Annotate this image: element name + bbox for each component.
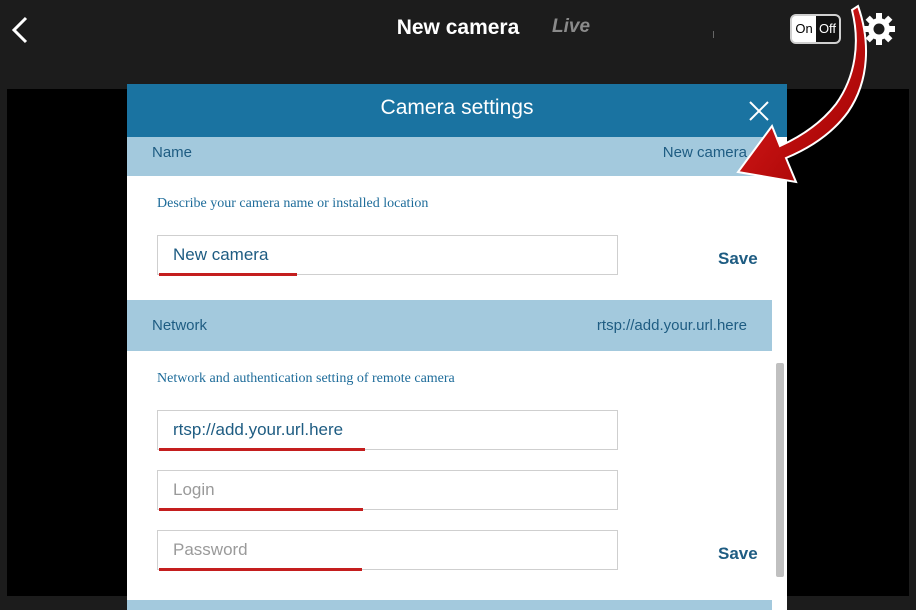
modal-header: Camera settings xyxy=(127,84,787,137)
password-input[interactable] xyxy=(158,531,617,569)
network-section-label: Network xyxy=(152,317,208,334)
next-section-header xyxy=(127,600,772,610)
login-field[interactable] xyxy=(157,470,618,511)
network-description: Network and authentication setting of re… xyxy=(157,371,455,386)
url-input[interactable] xyxy=(158,411,617,449)
save-network-button[interactable]: Save xyxy=(718,544,758,564)
network-section-header[interactable]: Network rtsp://add.your.url.here xyxy=(127,300,772,351)
name-description: Describe your camera name or installed l… xyxy=(157,196,429,211)
name-section-value: New camera xyxy=(662,144,747,161)
on-off-toggle[interactable]: On Off xyxy=(790,14,841,44)
live-label[interactable]: Live xyxy=(552,16,590,38)
toggle-off-label: Off xyxy=(816,16,839,42)
password-field[interactable] xyxy=(157,530,618,571)
save-name-button[interactable]: Save xyxy=(718,249,758,269)
scrollbar[interactable] xyxy=(772,137,787,610)
page-title: New camera xyxy=(0,16,916,40)
name-section-label: Name xyxy=(152,144,193,161)
camera-name-field[interactable] xyxy=(157,235,618,276)
close-icon[interactable] xyxy=(748,100,770,122)
divider-tick xyxy=(713,31,714,38)
input-underline xyxy=(159,448,365,451)
login-input[interactable] xyxy=(158,471,617,509)
network-section-value: rtsp://add.your.url.here xyxy=(596,317,747,334)
input-underline xyxy=(159,568,362,571)
input-underline xyxy=(159,508,363,511)
toggle-on-label: On xyxy=(792,16,816,42)
modal-title: Camera settings xyxy=(380,96,534,119)
camera-title-text: New camera xyxy=(396,16,520,39)
gear-icon[interactable] xyxy=(862,12,896,46)
top-bar: New camera Live On Off xyxy=(0,0,916,57)
camera-name-input[interactable] xyxy=(158,236,617,274)
scrollbar-thumb[interactable] xyxy=(776,363,784,577)
camera-settings-modal: Camera settings Name New camera Describe… xyxy=(127,84,787,610)
name-section-header[interactable]: Name New camera xyxy=(127,137,772,176)
input-underline xyxy=(159,273,297,276)
url-field[interactable] xyxy=(157,410,618,451)
